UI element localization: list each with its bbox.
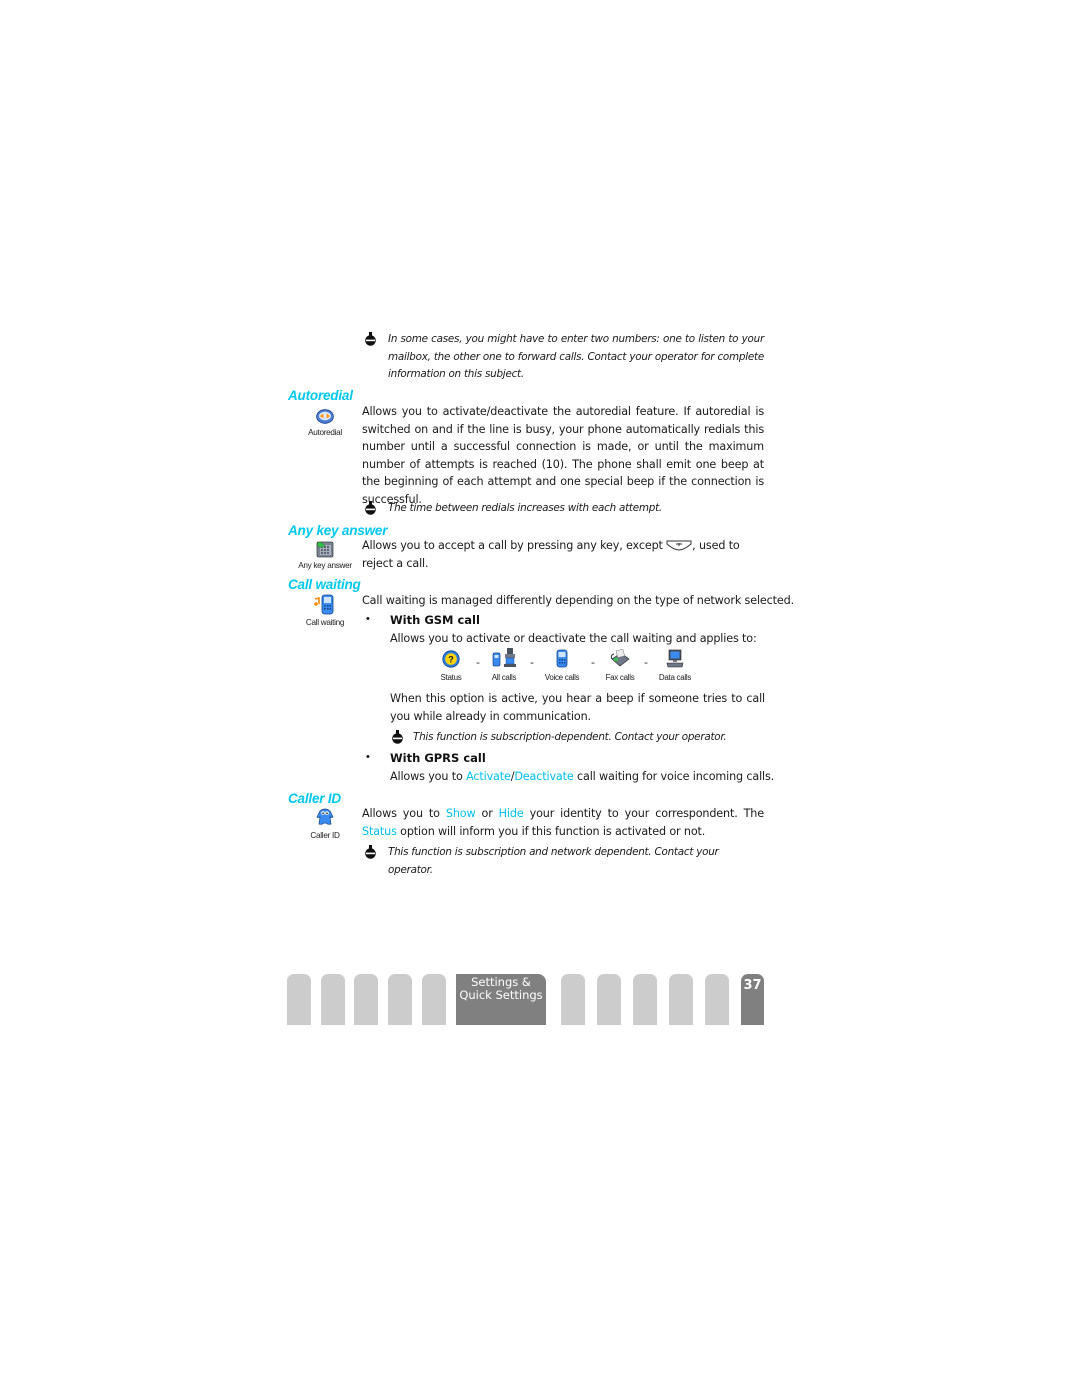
gprs-call-body: Allows you to Activate/Deactivate call w… — [390, 768, 774, 786]
any-key-answer-icon-caption: Any key answer — [298, 561, 352, 570]
chapter-tab — [561, 974, 585, 1025]
autoredial-note: The time between redials increases with … — [388, 502, 662, 514]
svg-text:?: ? — [448, 654, 454, 664]
gprs-bullet: • — [366, 751, 370, 763]
mode-separator: - — [530, 656, 534, 669]
status-option: Status — [362, 824, 397, 838]
fax-calls-icon — [610, 648, 630, 667]
chapter-title-line1: Settings & — [471, 975, 531, 989]
chapter-tab — [597, 974, 621, 1025]
chapter-tab — [321, 974, 345, 1025]
caller-id-body: Allows you to Show or Hide your identity… — [362, 805, 764, 840]
mode-fax-calls: Fax calls — [602, 648, 638, 682]
chapter-tab — [705, 974, 729, 1025]
mode-separator: - — [476, 656, 480, 669]
status-icon: ? — [442, 650, 460, 668]
gprs-call-subheading: With GPRS call — [390, 751, 486, 765]
mode-voice-calls: Voice calls — [540, 649, 584, 682]
gprs-body-after: call waiting for voice incoming calls. — [573, 770, 775, 783]
show-option: Show — [445, 807, 476, 820]
manual-page: In some cases, you might have to enter t… — [0, 0, 1080, 1397]
any-key-answer-body-before: Allows you to accept a call by pressing … — [362, 539, 663, 552]
mode-fax-calls-label: Fax calls — [605, 673, 635, 682]
all-calls-icon — [492, 648, 516, 667]
call-waiting-intro: Call waiting is managed differently depe… — [362, 594, 794, 607]
any-key-answer-body: Allows you to accept a call by pressing … — [362, 537, 764, 572]
note-hand-icon — [365, 845, 376, 859]
hide-option: Hide — [498, 807, 524, 820]
note-hand-icon — [365, 332, 376, 346]
activate-option: Activate — [466, 770, 511, 783]
voice-calls-icon — [556, 649, 568, 668]
gsm-call-after: When this option is active, you hear a b… — [390, 692, 765, 723]
caller-id-body-p2: or — [475, 807, 499, 820]
gprs-body-before: Allows you to — [390, 770, 467, 783]
gsm-call-subheading: With GSM call — [390, 613, 480, 627]
call-waiting-icon-caption: Call waiting — [305, 618, 345, 627]
caller-id-note: This function is subscription and networ… — [388, 846, 719, 876]
caller-id-heading: Caller ID — [288, 791, 341, 806]
gsm-call-body: Allows you to activate or deactivate the… — [390, 632, 757, 645]
caller-id-icon-caption: Caller ID — [310, 831, 340, 840]
gsm-call-note: This function is subscription-dependent.… — [413, 731, 727, 743]
mode-voice-calls-label: Voice calls — [544, 673, 580, 682]
autoredial-heading: Autoredial — [288, 388, 353, 403]
caller-id-body-p4: option will inform you if this function … — [396, 824, 706, 838]
mode-separator: - — [644, 656, 648, 669]
gsm-bullet: • — [366, 613, 370, 625]
caller-id-body-p3: your identity to your correspondent. The — [523, 807, 765, 820]
mode-status: ? Status — [436, 650, 466, 682]
autoredial-body: Allows you to activate/deactivate the au… — [362, 405, 764, 506]
call-waiting-heading: Call waiting — [288, 577, 361, 592]
call-waiting-icon — [314, 594, 334, 615]
data-calls-icon — [666, 649, 684, 668]
any-key-answer-icon — [316, 541, 334, 558]
mode-data-calls: Data calls — [655, 649, 695, 682]
current-chapter-tab: Settings & Quick Settings — [456, 974, 546, 1025]
chapter-tab — [388, 974, 412, 1025]
deactivate-option: Deactivate — [514, 770, 574, 783]
mode-data-calls-label: Data calls — [658, 673, 692, 682]
caller-id-body-p1: Allows you to — [362, 807, 446, 820]
hang-up-key-icon — [666, 540, 692, 551]
intro-note-text: In some cases, you might have to enter t… — [388, 333, 764, 381]
chapter-tab — [287, 974, 311, 1025]
page-number: 37 — [741, 974, 764, 1025]
note-hand-icon — [365, 501, 376, 515]
chapter-title-line2: Quick Settings — [459, 987, 543, 1002]
mode-all-calls-label: All calls — [491, 673, 517, 682]
chapter-tab — [422, 974, 446, 1025]
autoredial-icon-caption: Autoredial — [308, 428, 342, 437]
autoredial-icon — [316, 409, 334, 424]
mode-separator: - — [591, 656, 595, 669]
mode-status-label: Status — [440, 673, 462, 682]
chapter-tab — [633, 974, 657, 1025]
any-key-answer-heading: Any key answer — [288, 523, 388, 538]
mode-all-calls: All calls — [488, 648, 520, 682]
note-hand-icon — [392, 730, 403, 744]
caller-id-icon — [316, 808, 334, 825]
chapter-tab — [354, 974, 378, 1025]
chapter-tab — [669, 974, 693, 1025]
